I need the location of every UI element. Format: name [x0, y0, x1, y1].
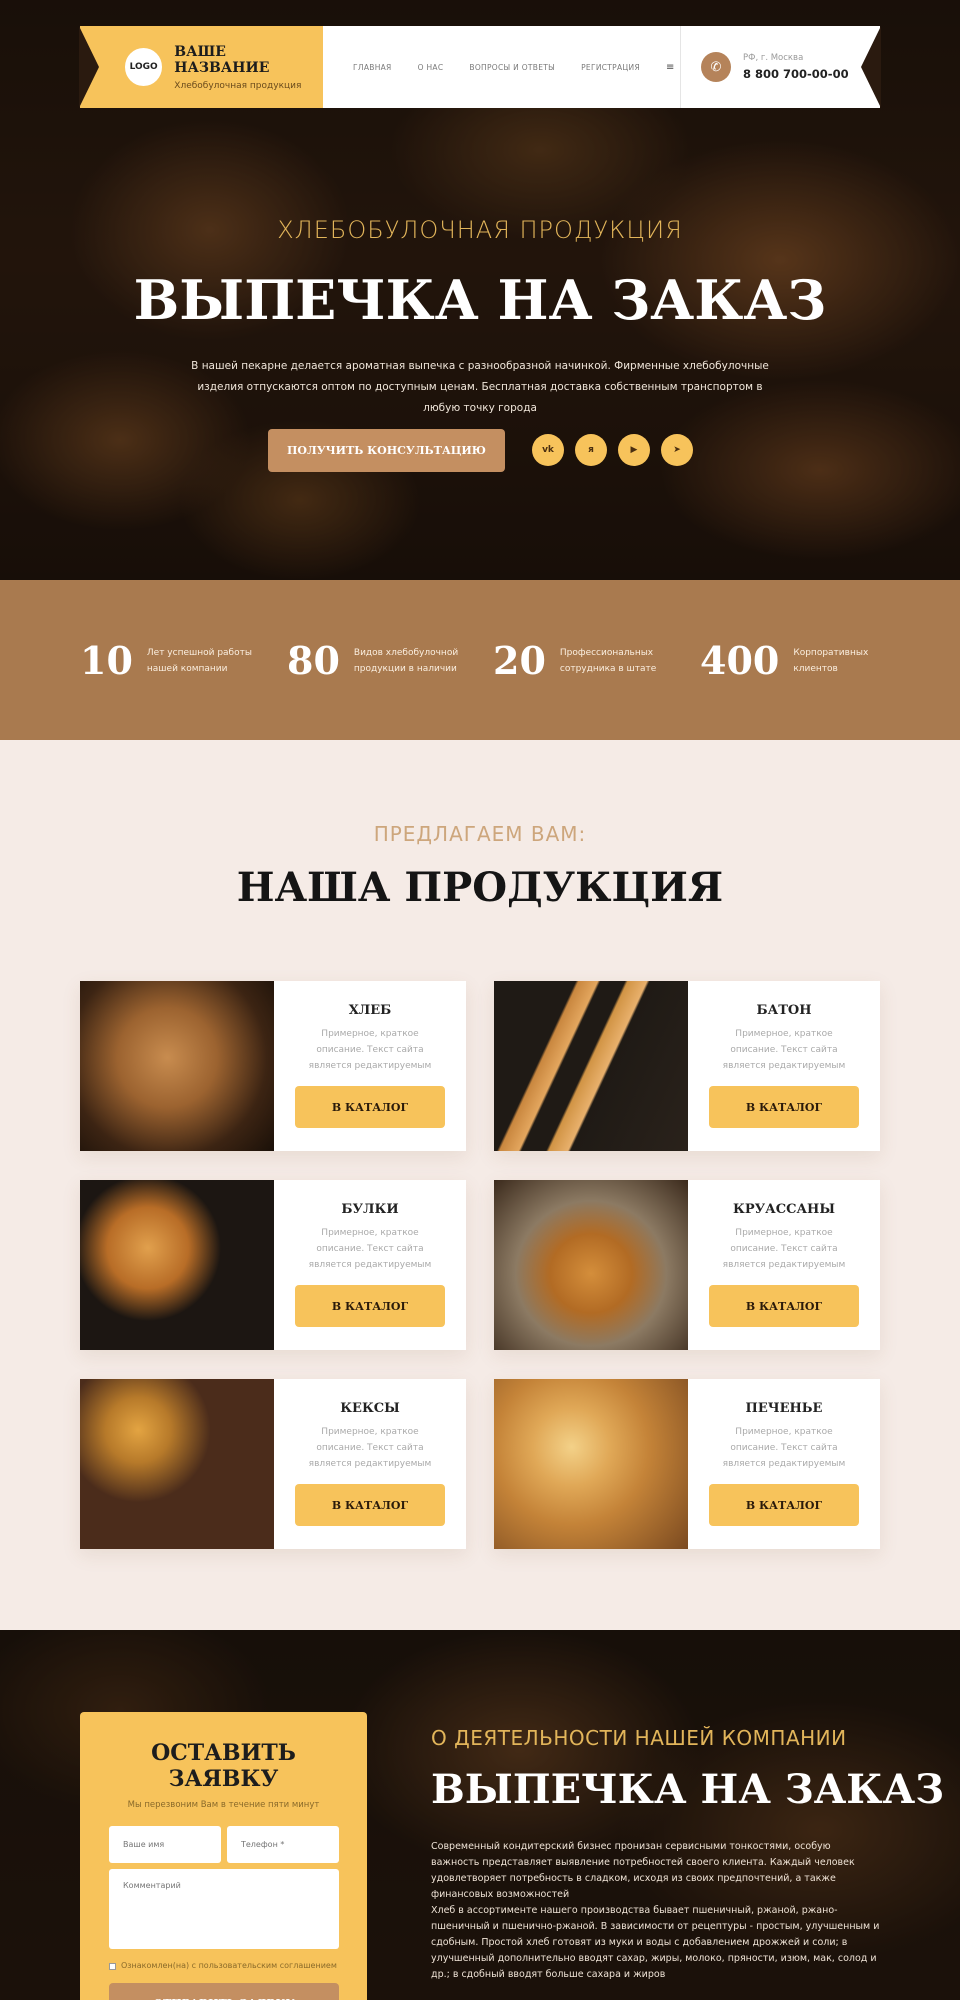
catalog-button[interactable]: В КАТАЛОГ	[709, 1285, 859, 1327]
stat-number: 10	[80, 638, 133, 683]
nav-item-home[interactable]: ГЛАВНАЯ	[353, 63, 392, 72]
youtube-icon[interactable]: ▶	[618, 434, 650, 466]
product-name: КЕКСЫ	[340, 1401, 400, 1416]
hero-section: LOGO ВАШЕ НАЗВАНИЕ Хлебобулочная продукц…	[0, 0, 960, 580]
product-name: БАТОН	[756, 1003, 812, 1018]
hero-description: В нашей пекарне делается ароматная выпеч…	[191, 360, 769, 414]
product-card-croissants: КРУАССАНЫ Примерное, краткое описание. Т…	[494, 1180, 880, 1350]
product-image	[80, 1180, 274, 1350]
product-description: Примерное, краткое описание. Текст сайта…	[308, 1228, 432, 1270]
main-nav: ГЛАВНАЯ О НАС ВОПРОСЫ И ОТВЕТЫ РЕГИСТРАЦ…	[323, 26, 680, 108]
telegram-icon[interactable]: ➤	[661, 434, 693, 466]
stat-item: 20 Профессиональных сотрудника в штате	[493, 638, 670, 683]
hero-kicker: ХЛЕБОБУЛОЧНАЯ ПРОДУКЦИЯ	[277, 216, 683, 244]
product-image	[80, 1379, 274, 1549]
product-name: КРУАССАНЫ	[733, 1202, 835, 1217]
nav-item-register[interactable]: РЕГИСТРАЦИЯ	[581, 63, 640, 72]
social-links: vk я ▶ ➤	[532, 434, 693, 466]
products-section: ПРЕДЛАГАЕМ ВАМ: НАША ПРОДУКЦИЯ ХЛЕБ Прим…	[0, 740, 960, 1630]
stat-label: Профессиональных сотрудника в штате	[559, 647, 657, 674]
products-kicker: ПРЕДЛАГАЕМ ВАМ:	[373, 822, 587, 846]
stat-number: 400	[700, 638, 780, 683]
stat-number: 80	[287, 638, 340, 683]
contact-block: ✆ РФ, г. Москва 8 800 700-00-00	[680, 26, 881, 108]
product-card-bread: ХЛЕБ Примерное, краткое описание. Текст …	[80, 981, 466, 1151]
request-form: ОСТАВИТЬ ЗАЯВКУ Мы перезвоним Вам в тече…	[80, 1712, 367, 2000]
phone-number[interactable]: 8 800 700-00-00	[743, 67, 849, 81]
brand-block[interactable]: LOGO ВАШЕ НАЗВАНИЕ Хлебобулочная продукц…	[79, 26, 323, 108]
submit-button[interactable]: ОТПРАВИТЬ ЗАЯВКУ	[109, 1983, 339, 2000]
catalog-button[interactable]: В КАТАЛОГ	[709, 1086, 859, 1128]
product-image	[494, 1180, 688, 1350]
product-card-cookies: ПЕЧЕНЬЕ Примерное, краткое описание. Тек…	[494, 1379, 880, 1549]
stat-number: 20	[493, 638, 546, 683]
catalog-button[interactable]: В КАТАЛОГ	[709, 1484, 859, 1526]
about-paragraph: Современный кондитерский бизнес пронизан…	[431, 1841, 855, 1900]
stat-item: 400 Корпоративных клиентов	[700, 638, 903, 683]
name-input[interactable]	[109, 1826, 221, 1863]
stat-label: Видов хлебобулочной продукции в наличии	[353, 647, 459, 674]
stat-label: Корпоративных клиентов	[793, 647, 869, 674]
product-name: ПЕЧЕНЬЕ	[745, 1401, 823, 1416]
catalog-button[interactable]: В КАТАЛОГ	[295, 1484, 445, 1526]
site-header: LOGO ВАШЕ НАЗВАНИЕ Хлебобулочная продукц…	[79, 26, 881, 108]
agreement-row: Ознакомлен(на) с пользовательским соглаш…	[109, 1961, 338, 1971]
phone-input[interactable]	[227, 1826, 339, 1863]
catalog-button[interactable]: В КАТАЛОГ	[295, 1285, 445, 1327]
about-section: ОСТАВИТЬ ЗАЯВКУ Мы перезвоним Вам в тече…	[0, 1630, 960, 2000]
form-title: ОСТАВИТЬ ЗАЯВКУ	[151, 1740, 296, 1792]
agreement-label: Ознакомлен(на) с пользовательским соглаш…	[121, 1961, 337, 1970]
stat-item: 80 Видов хлебобулочной продукции в налич…	[287, 638, 464, 683]
brand-name: ВАШЕ НАЗВАНИЕ	[174, 43, 270, 76]
products-title: НАША ПРОДУКЦИЯ	[236, 864, 724, 911]
product-image	[494, 1379, 688, 1549]
product-description: Примерное, краткое описание. Текст сайта…	[722, 1427, 846, 1469]
stat-item: 10 Лет успешной работы нашей компании	[80, 638, 257, 683]
product-card-baton: БАТОН Примерное, краткое описание. Текст…	[494, 981, 880, 1151]
stats-section: 10 Лет успешной работы нашей компании 80…	[0, 580, 960, 740]
about-paragraph: Хлеб в ассортименте нашего производства …	[431, 1905, 880, 1980]
consultation-button[interactable]: ПОЛУЧИТЬ КОНСУЛЬТАЦИЮ	[268, 429, 505, 472]
comment-input[interactable]	[109, 1869, 339, 1949]
product-description: Примерное, краткое описание. Текст сайта…	[722, 1029, 846, 1071]
stat-label: Лет успешной работы нашей компании	[146, 647, 252, 674]
product-description: Примерное, краткое описание. Текст сайта…	[308, 1427, 432, 1469]
logo[interactable]: LOGO	[125, 48, 163, 86]
about-kicker: О ДЕЯТЕЛЬНОСТИ НАШЕЙ КОМПАНИИ	[431, 1726, 847, 1750]
yandex-icon[interactable]: я	[575, 434, 607, 466]
product-name: БУЛКИ	[341, 1202, 399, 1217]
vk-icon[interactable]: vk	[532, 434, 564, 466]
nav-item-about[interactable]: О НАС	[418, 63, 444, 72]
phone-icon[interactable]: ✆	[701, 52, 731, 82]
product-name: ХЛЕБ	[348, 1003, 392, 1018]
menu-icon[interactable]: ≡	[666, 62, 674, 73]
product-image	[80, 981, 274, 1151]
product-description: Примерное, краткое описание. Текст сайта…	[308, 1029, 432, 1071]
form-subtitle: Мы перезвоним Вам в течение пяти минут	[127, 1800, 320, 1810]
product-card-muffins: КЕКСЫ Примерное, краткое описание. Текст…	[80, 1379, 466, 1549]
catalog-button[interactable]: В КАТАЛОГ	[295, 1086, 445, 1128]
hero-title: ВЫПЕЧКА НА ЗАКАЗ	[133, 268, 827, 332]
city-label: РФ, г. Москва	[743, 53, 804, 63]
product-image	[494, 981, 688, 1151]
product-card-buns: БУЛКИ Примерное, краткое описание. Текст…	[80, 1180, 466, 1350]
agreement-checkbox[interactable]	[109, 1963, 116, 1970]
nav-item-faq[interactable]: ВОПРОСЫ И ОТВЕТЫ	[469, 63, 555, 72]
brand-subtitle: Хлебобулочная продукция	[174, 80, 302, 91]
product-description: Примерное, краткое описание. Текст сайта…	[722, 1228, 846, 1270]
about-title: ВЫПЕЧКА НА ЗАКАЗ	[431, 1766, 945, 1813]
